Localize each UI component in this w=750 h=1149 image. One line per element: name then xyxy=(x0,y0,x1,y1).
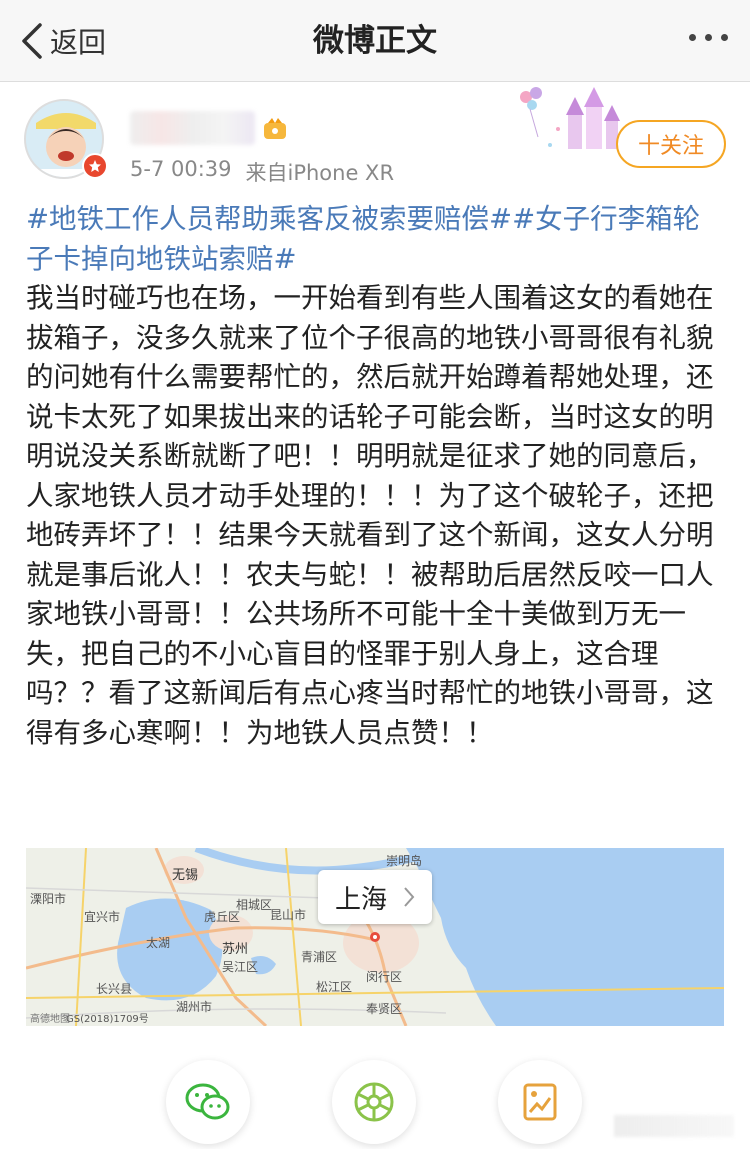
wechat-icon xyxy=(185,1083,230,1120)
post-source: 来自iPhone XR xyxy=(245,161,395,185)
map-label: 虎丘区 xyxy=(204,910,241,924)
location-name: 上海 xyxy=(334,884,387,915)
location-map[interactable]: 崇明岛 溧阳市 无锡 宜兴市 虎丘区 相城区 昆山市 太湖 苏州 吴江区 青浦区… xyxy=(26,848,724,1026)
map-label: 青浦区 xyxy=(301,950,338,964)
map-label: 溧阳市 xyxy=(30,892,67,906)
dot-icon xyxy=(689,34,696,41)
share-wechat-button[interactable] xyxy=(166,1060,250,1144)
share-moments-button[interactable] xyxy=(332,1060,416,1144)
post-time: 5-7 00:39 xyxy=(130,157,232,181)
post-header: 5-7 00:39 来自iPhone XR 十关注 xyxy=(0,83,750,198)
map-label: 相城区 xyxy=(236,898,273,912)
map-license-text: GS(2018)1709号 xyxy=(66,1014,149,1025)
hashtag-link[interactable]: #地铁工作人员帮助乘客反被索要赔偿# xyxy=(26,203,512,235)
chevron-right-icon xyxy=(404,887,415,907)
map-label: 湖州市 xyxy=(176,1000,213,1014)
moments-icon xyxy=(354,1082,394,1122)
save-image-icon xyxy=(523,1083,557,1121)
map-label: 宜兴市 xyxy=(84,910,121,924)
avatar[interactable] xyxy=(24,99,108,179)
save-image-button[interactable] xyxy=(498,1060,582,1144)
more-options-button[interactable] xyxy=(689,34,728,41)
post-content: #地铁工作人员帮助乘客反被索要赔偿##女子行李箱轮子卡掉向地铁站索赔# 我当时碰巧… xyxy=(26,200,726,753)
watermark xyxy=(614,1115,734,1137)
verified-badge-icon xyxy=(82,153,108,179)
location-popup[interactable]: 上海 xyxy=(318,870,432,924)
follow-button[interactable]: 十关注 xyxy=(616,120,726,168)
share-bar xyxy=(0,1030,750,1149)
map-label: 无锡 xyxy=(172,868,199,883)
map-label: 崇明岛 xyxy=(386,854,423,868)
map-label: 太湖 xyxy=(146,936,171,950)
username-redacted[interactable] xyxy=(130,111,255,145)
map-label: 苏州 xyxy=(222,942,249,957)
post-meta: 5-7 00:39 来自iPhone XR xyxy=(130,157,394,187)
dot-icon xyxy=(721,34,728,41)
map-label: 闵行区 xyxy=(366,970,403,984)
dot-icon xyxy=(705,34,712,41)
map-label: 长兴县 xyxy=(96,982,133,996)
navigation-bar: 返回 微博正文 xyxy=(0,0,750,82)
map-label: 吴江区 xyxy=(222,960,259,974)
page-title: 微博正文 xyxy=(313,23,437,59)
map-label: 松江区 xyxy=(316,980,353,994)
map-label: 奉贤区 xyxy=(366,1002,403,1016)
castle-decoration-icon xyxy=(520,87,620,149)
map-brand-text: 高德地图 xyxy=(30,1014,70,1025)
map-label: 昆山市 xyxy=(270,908,307,922)
member-crown-icon xyxy=(264,118,286,139)
post-text: 我当时碰巧也在场，一开始看到有些人围着这女的看她在拔箱子，没多久就来了位个子很高… xyxy=(26,282,714,749)
